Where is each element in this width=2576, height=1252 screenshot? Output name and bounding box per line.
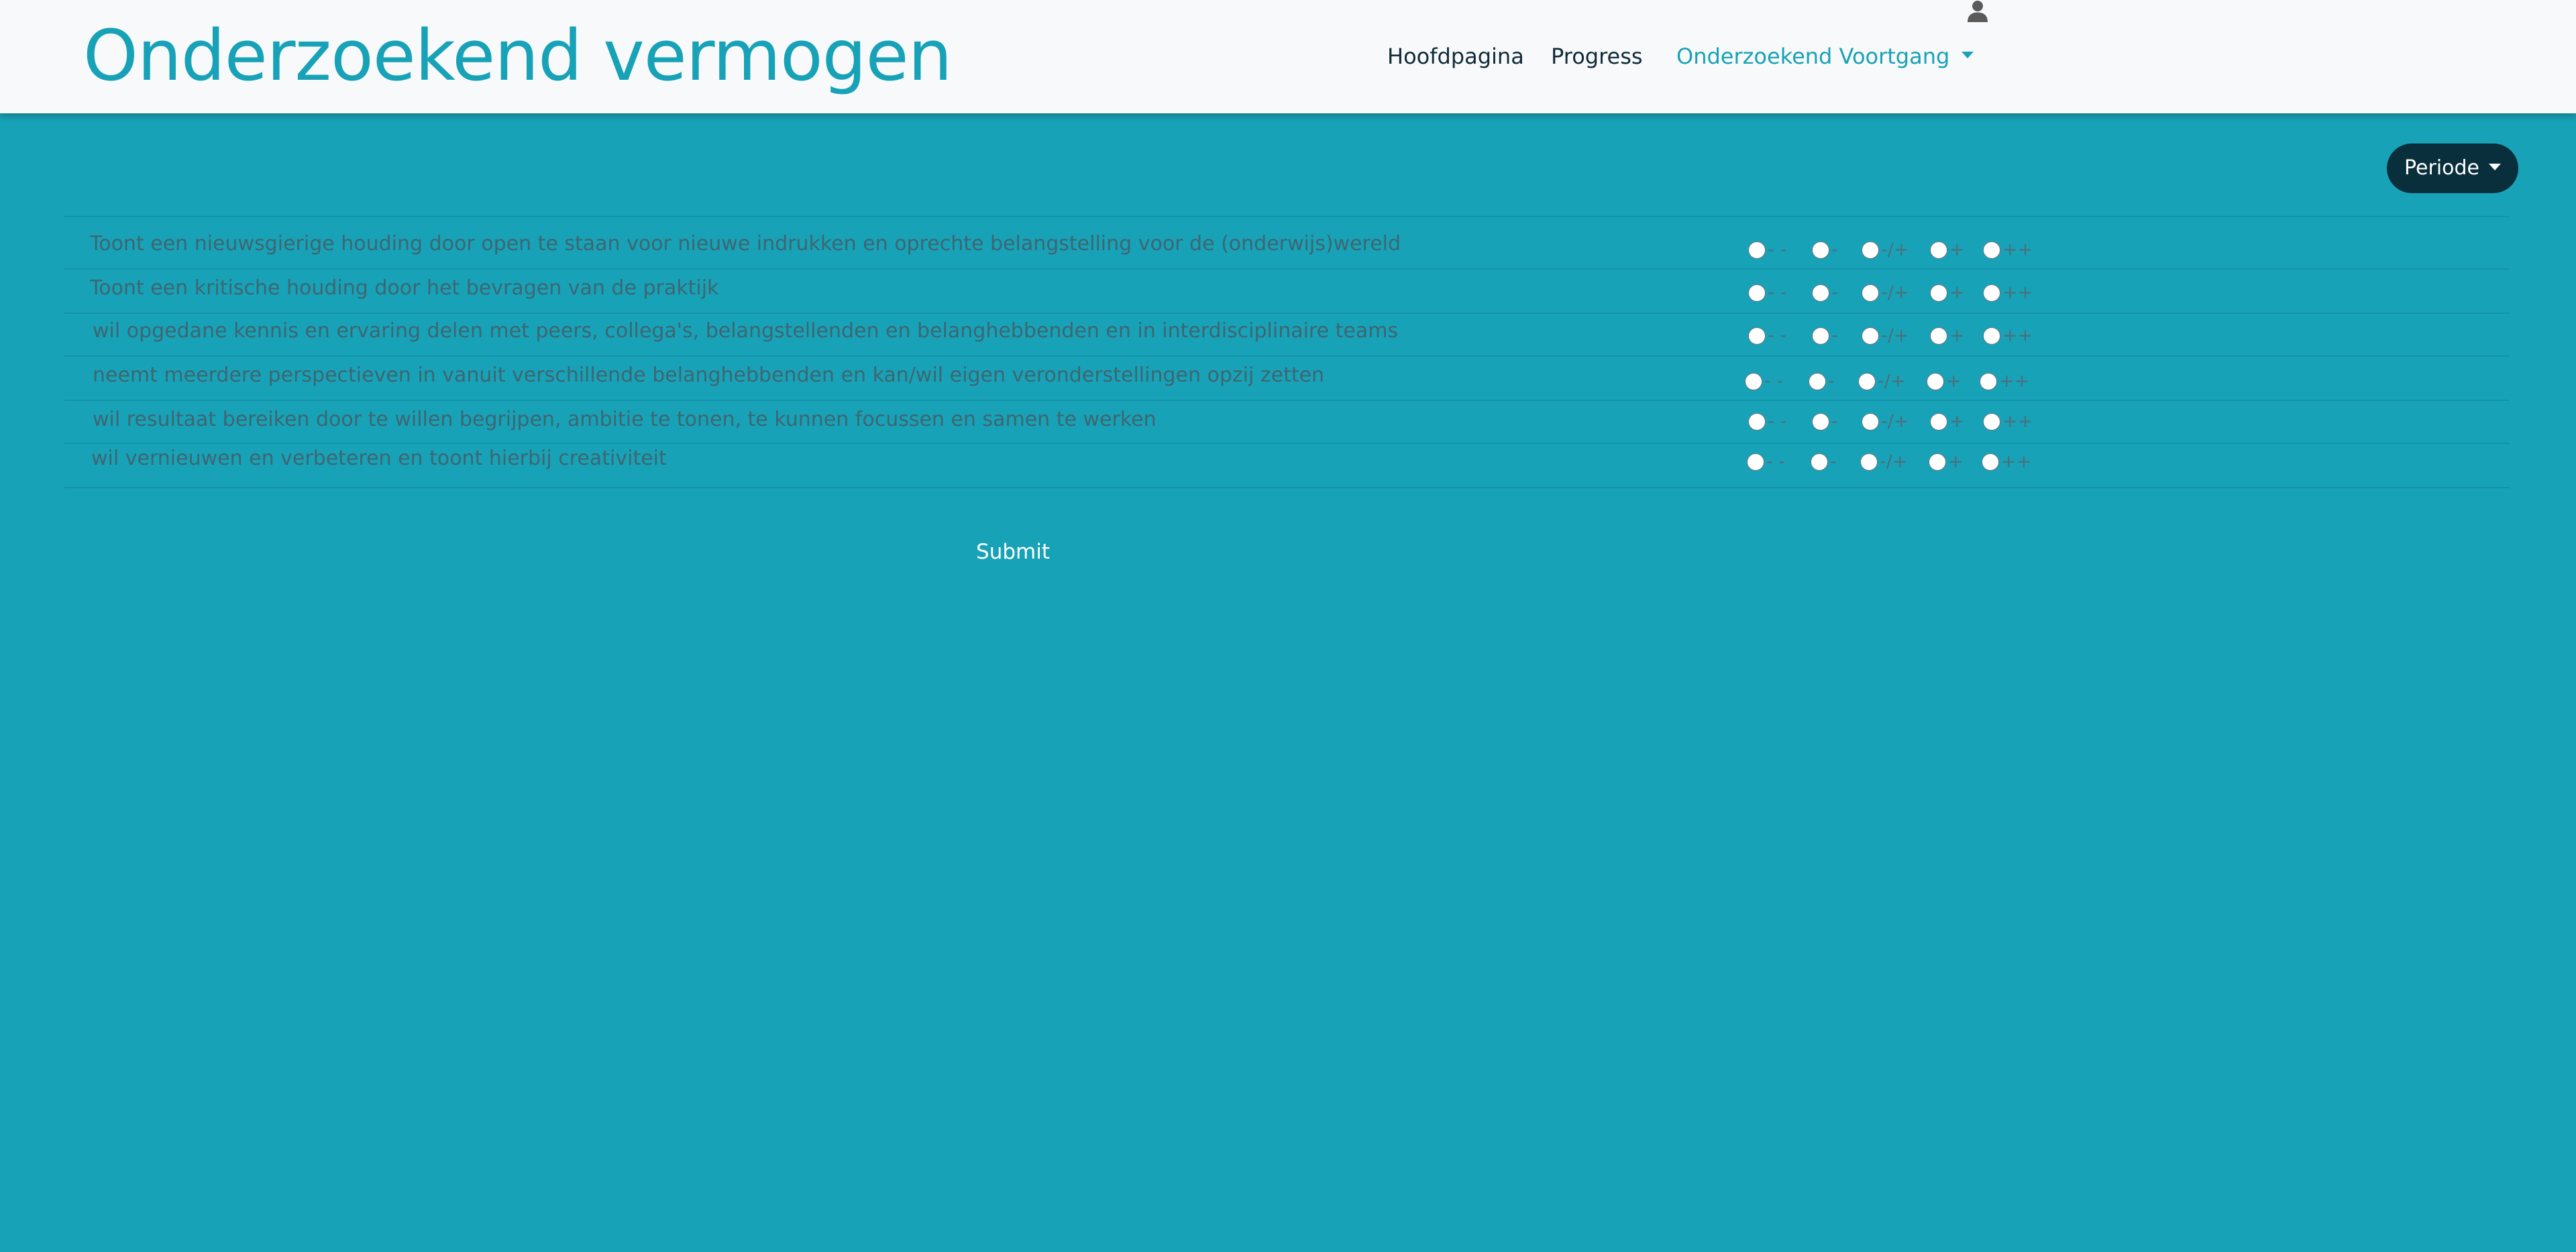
submit-button[interactable]: Submit: [959, 532, 1067, 570]
rating-option-label: ++: [2002, 325, 2033, 346]
row-divider: [64, 216, 2509, 217]
rating-option-label: +: [1946, 371, 1962, 392]
rating-option-label: -: [1830, 451, 1837, 472]
rating-radio[interactable]: [1930, 327, 1947, 345]
nav-dropdown-label: Onderzoekend Voortgang: [1676, 44, 1950, 69]
rating-radio[interactable]: [1748, 284, 1766, 302]
question-label: Toont een kritische houding door het bev…: [90, 276, 719, 300]
rating-option-label: - -: [1768, 282, 1787, 303]
rating-option-label: +: [1949, 411, 1965, 432]
rating-option-label: -: [1831, 282, 1838, 303]
rating-option-label: -/+: [1880, 451, 1908, 472]
rating-radio[interactable]: [1862, 327, 1879, 345]
rating-option-label: ++: [2002, 239, 2033, 260]
rating-option-label: - -: [1766, 451, 1786, 472]
rating-option-label: ++: [2002, 411, 2033, 432]
rating-radio[interactable]: [1747, 453, 1764, 471]
rating-radio[interactable]: [1858, 373, 1876, 390]
rating-option-label: -: [1831, 239, 1838, 260]
rating-radio[interactable]: [1927, 373, 1944, 390]
rating-option-label: -/+: [1881, 282, 1909, 303]
rating-option-label: - -: [1768, 239, 1787, 260]
question-label: Toont een nieuwsgierige houding door ope…: [90, 232, 1401, 255]
rating-option-label: -: [1831, 325, 1838, 346]
rating-radio[interactable]: [1860, 453, 1878, 471]
rating-option-label: +: [1949, 239, 1965, 260]
rating-option-label: +: [1949, 282, 1965, 303]
rating-radio[interactable]: [1983, 284, 2000, 302]
rating-radio[interactable]: [1982, 453, 1999, 471]
rating-radio[interactable]: [1983, 327, 2000, 345]
row-divider: [64, 443, 2509, 444]
user-icon[interactable]: [1967, 0, 1988, 23]
page-title: Onderzoekend vermogen: [83, 15, 953, 97]
row-divider: [64, 400, 2509, 401]
rating-option-label: ++: [2002, 282, 2033, 303]
rating-radio[interactable]: [1930, 241, 1947, 259]
question-label: wil opgedane kennis en ervaring delen me…: [93, 319, 1399, 343]
rating-radio[interactable]: [1748, 327, 1766, 345]
rating-radio[interactable]: [1812, 241, 1829, 259]
row-divider: [64, 355, 2509, 357]
row-divider: [64, 312, 2509, 314]
rating-option-label: - -: [1768, 411, 1787, 432]
nav-link-hoofdpagina[interactable]: Hoofdpagina: [1387, 42, 1524, 71]
rating-option-label: -: [1831, 411, 1838, 432]
rating-option-label: - -: [1764, 371, 1784, 392]
rating-radio[interactable]: [1812, 284, 1829, 302]
rating-radio[interactable]: [1812, 327, 1829, 345]
periode-dropdown-button[interactable]: Periode: [2387, 144, 2518, 193]
rating-option-label: -/+: [1881, 325, 1909, 346]
rating-radio[interactable]: [1748, 241, 1766, 259]
user-icon-graphic: [1968, 1, 1988, 22]
chevron-down-icon: [2489, 163, 2502, 170]
nav-dropdown-onderzoekend-voortgang[interactable]: Onderzoekend Voortgang: [1676, 42, 1974, 71]
rating-radio[interactable]: [1930, 284, 1947, 302]
rating-option-label: ++: [2001, 451, 2032, 472]
rating-option-label: -/+: [1881, 411, 1909, 432]
periode-button-label: Periode: [2404, 156, 2480, 180]
row-divider: [64, 268, 2509, 270]
rating-radio[interactable]: [1745, 373, 1762, 390]
navbar: Onderzoekend vermogen Hoofdpagina Progre…: [0, 0, 2576, 113]
rating-radio[interactable]: [1862, 284, 1879, 302]
rating-radio[interactable]: [1809, 373, 1826, 390]
row-divider: [64, 487, 2509, 488]
rating-option-label: - -: [1768, 325, 1787, 346]
nav-link-progress[interactable]: Progress: [1551, 42, 1643, 71]
rating-radio[interactable]: [1812, 413, 1829, 431]
rating-option-label: +: [1948, 451, 1964, 472]
rating-option-label: ++: [1999, 371, 2030, 392]
rating-radio[interactable]: [1983, 413, 2000, 431]
rating-option-label: -/+: [1878, 371, 1906, 392]
rating-radio[interactable]: [1980, 373, 1997, 390]
chevron-down-icon: [1962, 52, 1974, 58]
rating-radio[interactable]: [1811, 453, 1828, 471]
question-label: wil resultaat bereiken door te willen be…: [93, 408, 1157, 431]
rating-option-label: +: [1949, 325, 1965, 346]
rating-radio[interactable]: [1929, 453, 1946, 471]
rating-radio[interactable]: [1748, 413, 1766, 431]
question-label: wil vernieuwen en verbeteren en toont hi…: [91, 447, 667, 470]
rating-option-label: -/+: [1881, 239, 1909, 260]
rating-radio[interactable]: [1862, 241, 1879, 259]
rating-radio[interactable]: [1930, 413, 1947, 431]
rating-radio[interactable]: [1862, 413, 1879, 431]
question-label: neemt meerdere perspectieven in vanuit v…: [93, 363, 1325, 387]
rating-radio[interactable]: [1983, 241, 2000, 259]
questions-table: Toont een nieuwsgierige houding door ope…: [64, 216, 2509, 488]
rating-option-label: -: [1828, 371, 1835, 392]
